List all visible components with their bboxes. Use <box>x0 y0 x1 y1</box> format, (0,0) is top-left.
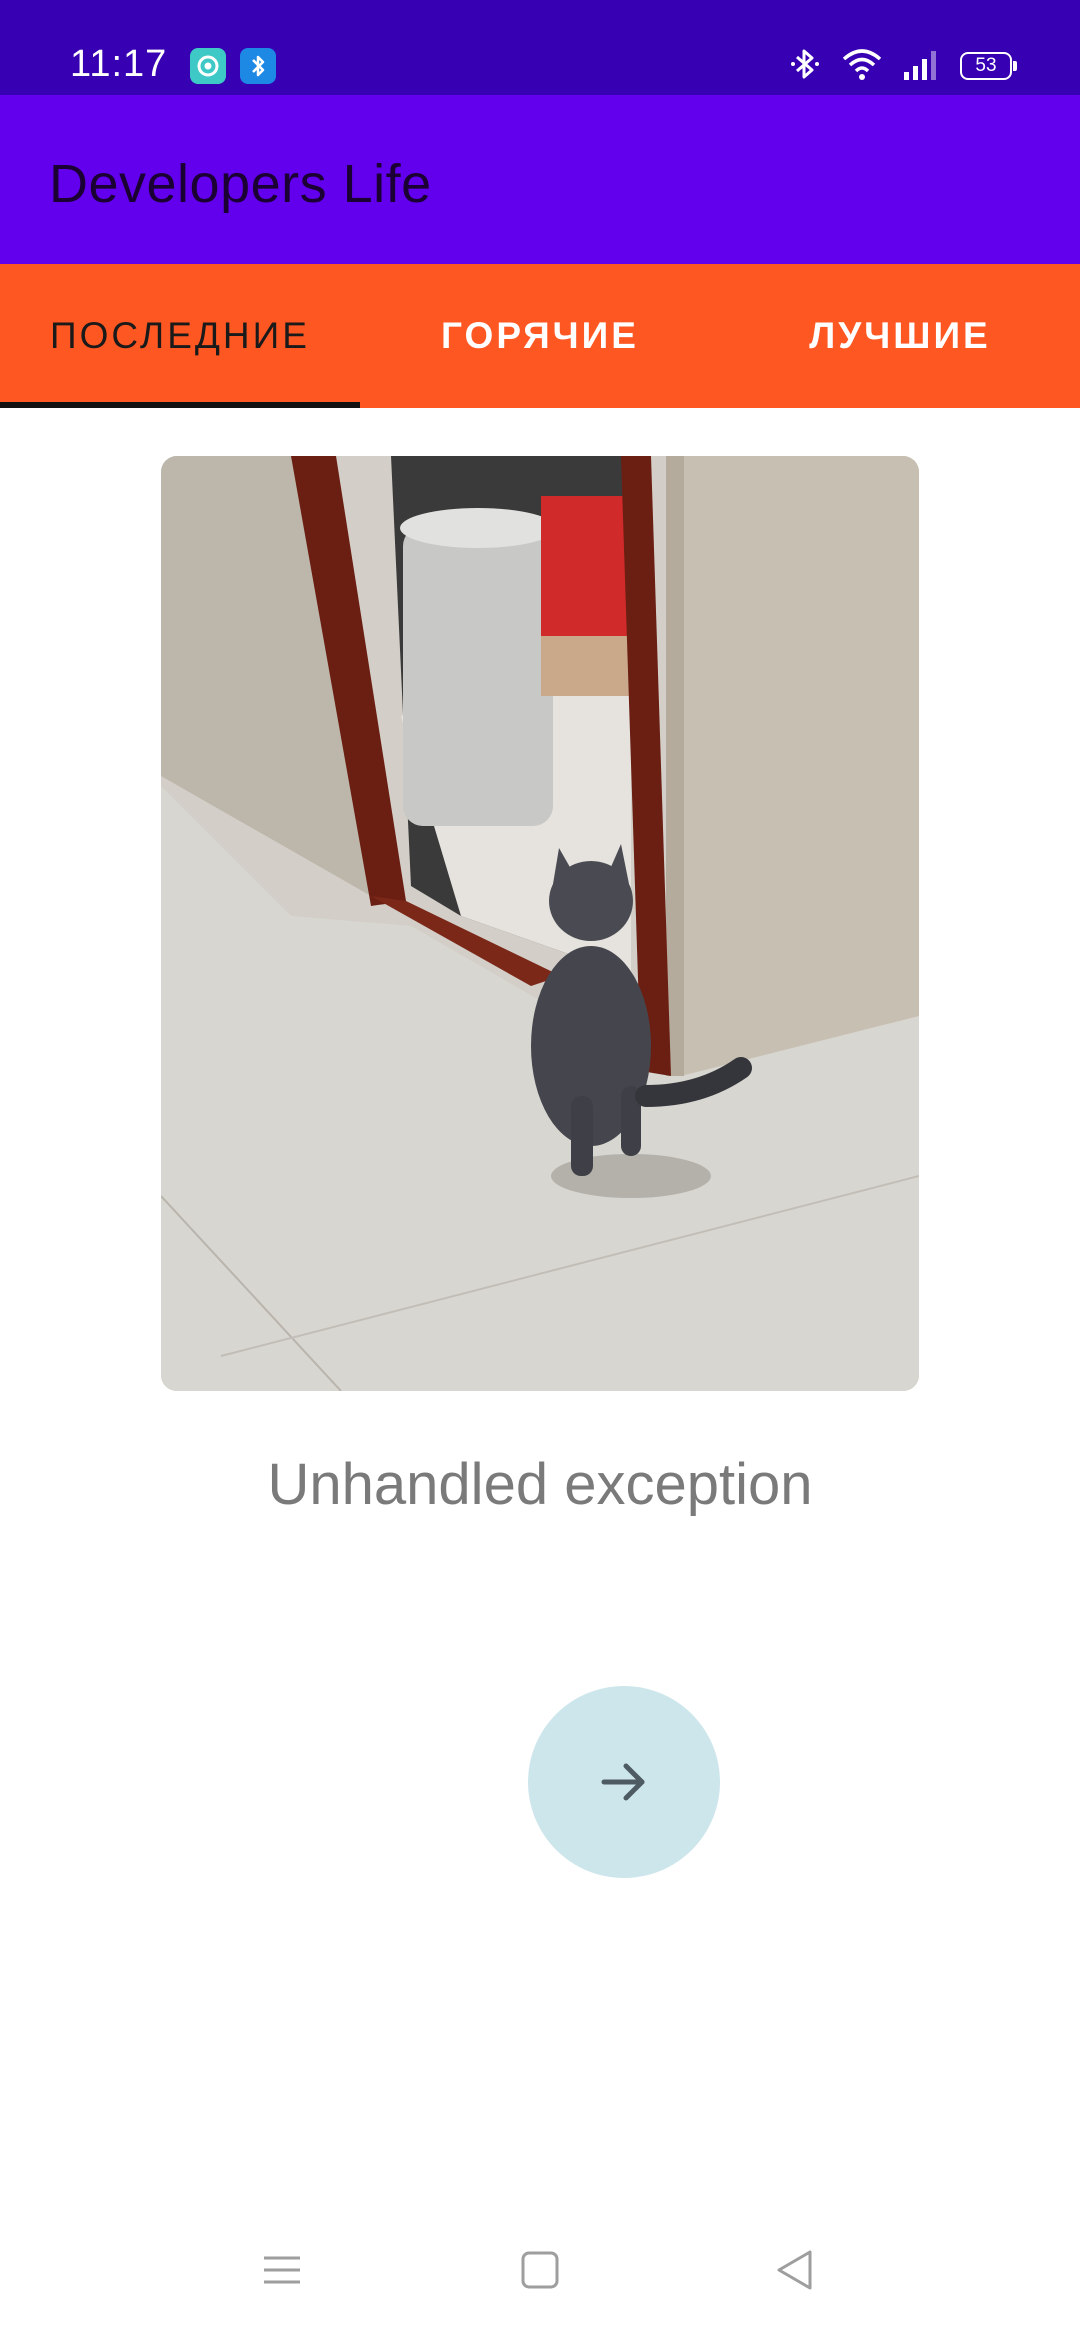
app-bar: Developers Life <box>0 95 1080 264</box>
next-button[interactable] <box>528 1686 720 1878</box>
tab-hot[interactable]: ГОРЯЧИЕ <box>360 264 720 408</box>
status-bar: 11:17 53 <box>0 0 1080 95</box>
tab-top[interactable]: ЛУЧШИЕ <box>720 264 1080 408</box>
post-image <box>161 456 919 1391</box>
app-title: Developers Life <box>49 154 432 214</box>
screen-recorder-icon <box>190 48 226 84</box>
cat-gif-image <box>161 456 919 1391</box>
wifi-icon <box>842 47 882 86</box>
status-time: 11:17 <box>70 43 168 85</box>
battery-icon: 53 <box>960 52 1017 80</box>
bluetooth-notification-icon <box>240 48 276 84</box>
tab-latest[interactable]: ПОСЛЕДНИЕ <box>0 264 360 408</box>
menu-icon[interactable] <box>257 2245 307 2295</box>
screen: 11:17 53 Developers Life ПОСЛЕДНИЕ ГОРЯЧ… <box>0 0 1080 2340</box>
bluetooth-icon <box>788 46 822 87</box>
tab-bar: ПОСЛЕДНИЕ ГОРЯЧИЕ ЛУЧШИЕ <box>0 264 1080 408</box>
status-icons: 53 <box>788 46 1017 87</box>
system-nav-bar <box>0 2200 1080 2340</box>
signal-icon <box>902 48 940 85</box>
tab-indicator <box>0 402 360 408</box>
back-icon[interactable] <box>770 2245 820 2295</box>
post-caption: Unhandled exception <box>267 1452 813 1517</box>
home-icon[interactable] <box>515 2245 565 2295</box>
arrow-right-icon <box>601 1763 645 1801</box>
